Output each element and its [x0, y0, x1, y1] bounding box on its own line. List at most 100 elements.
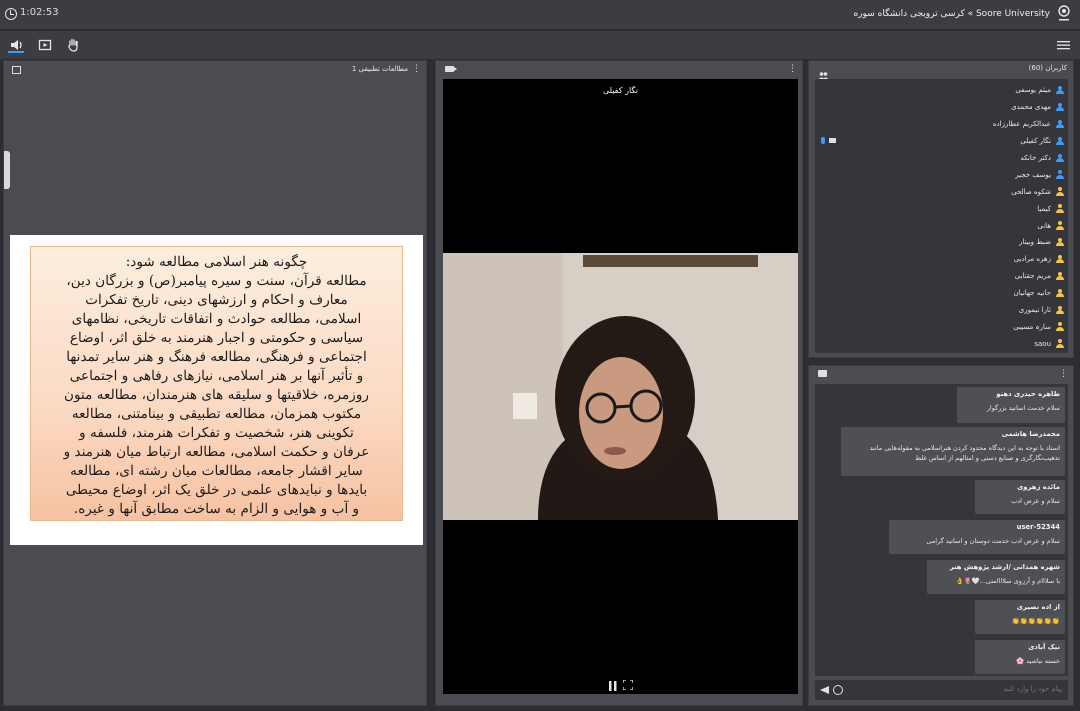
slide-line: چگونه هنر اسلامی مطالعه شود:: [125, 254, 308, 270]
presentation-icon: [38, 39, 52, 51]
slide: چگونه هنر اسلامی مطالعه شود: مطالعه قرآن،…: [10, 235, 423, 545]
slide-line: معارف و احکام و ارزشهای دینی، تاریخ تفکر…: [85, 292, 348, 308]
chat-author: طاهره حیدری دهنو: [996, 390, 1060, 398]
user-list-item[interactable]: یوسف خجیر: [815, 166, 1068, 183]
user-icon: [1055, 153, 1064, 163]
user-icon: [1055, 187, 1064, 196]
user-list-item[interactable]: مریم جقتایی: [815, 268, 1068, 285]
top-bar: 1:02:53 Soore University » کرسی ترویجی د…: [0, 0, 1080, 30]
user-list-item[interactable]: دکتر خانکه: [815, 150, 1068, 167]
user-name: مهدی محمدی: [1011, 103, 1051, 112]
chat-message: شهره همدانی /ارشد پژوهش هنر با سلااام و آ…: [927, 560, 1065, 594]
user-list-item[interactable]: حانیه جهانیان: [815, 285, 1068, 302]
chat-messages: طاهره حیدری دهنو سلام خدمت اساتید بزرگوار…: [815, 384, 1068, 676]
raise-hand-button[interactable]: [64, 36, 82, 54]
user-icon: [1055, 322, 1064, 331]
user-name: هانی: [1037, 221, 1051, 230]
user-list-item[interactable]: سارہ مسیبی: [815, 318, 1068, 335]
user-list-item[interactable]: ضبط وبینار: [815, 234, 1068, 251]
chat-input[interactable]: [862, 685, 1062, 693]
user-list-item[interactable]: مهدی محمدی: [815, 99, 1068, 116]
share-screen-button[interactable]: [36, 36, 54, 54]
user-list-item[interactable]: عبدالکریم عطارزاده: [815, 116, 1068, 133]
slide-line: عرفان و حکمت اسلامی، مطالعه ارتباط میان …: [63, 444, 370, 460]
expand-icon[interactable]: [12, 66, 21, 74]
slide-line: سایر اقشار جامعه، مطالعات میان رشته ای، …: [70, 463, 363, 479]
user-name: شکوه صالحی: [1011, 187, 1051, 196]
user-media-status: [821, 136, 836, 144]
chat-text: خسته نباشید 🌸: [1015, 657, 1060, 665]
active-indicator: [8, 51, 24, 53]
slide-line: و تأثیر آنها بر هنر اسلامی، نیازهای رفاه…: [69, 368, 364, 384]
session-timer: 1:02:53: [20, 7, 59, 18]
fullscreen-button[interactable]: [622, 675, 634, 694]
university-logo-icon: [1056, 4, 1072, 24]
slide-line: بایدها و نبایدهای علمی در خلق یک اثر، او…: [65, 482, 368, 498]
chat-icon: [818, 370, 827, 377]
user-name: میثم یوسفی: [1015, 86, 1051, 95]
chat-input-bar: [815, 680, 1068, 700]
camera-owner-name: نگار کفیلی: [602, 86, 639, 95]
user-icon: [1055, 170, 1064, 179]
chat-text: با سلااام و آرزوی سلاااامتی...🤍🌷👌: [955, 577, 1060, 585]
user-name: ضبط وبینار: [1019, 238, 1051, 247]
users-list: میثم یوسفی مهدی محمدی عبدالکریم عطارزاده نگ…: [815, 79, 1068, 353]
chat-author: مائده زهروی: [1017, 483, 1060, 491]
user-icon: [1055, 288, 1064, 298]
presentation-title: مطالعات تطبیقی 1: [351, 65, 408, 73]
user-list-item[interactable]: هانی: [815, 217, 1068, 234]
user-list-item[interactable]: میثم یوسفی: [815, 82, 1068, 99]
clock-icon: [5, 8, 17, 20]
presentation-options-button[interactable]: ⋮: [412, 64, 421, 74]
camera-icon: [445, 66, 457, 72]
user-name: کیمیا: [1037, 204, 1051, 213]
slide-line: سیاسی و حکومتی و اجبار هنرمند به خلق اثر…: [69, 330, 364, 346]
microphone-icon: [821, 136, 825, 144]
user-name: saou: [1034, 339, 1051, 348]
main-menu-button[interactable]: [1054, 36, 1072, 54]
send-icon[interactable]: [820, 686, 829, 694]
slide-line: تکوینی هنر، شخصیت و تفکرات هنرمند، فلسفه…: [79, 425, 354, 441]
user-name: ثارا تیموری: [1018, 306, 1051, 315]
user-name: یوسف خجیر: [1015, 170, 1051, 179]
user-icon: [1055, 339, 1064, 348]
presentation-panel: مطالعات تطبیقی 1 ⋮ چگونه هنر اسلامی مطال…: [3, 60, 427, 706]
slide-text-box: چگونه هنر اسلامی مطالعه شود: مطالعه قرآن،…: [30, 246, 403, 521]
chat-author: محمدرضا هاشمی: [1001, 430, 1060, 438]
toolbar: [0, 31, 1080, 59]
speaker-icon: [11, 40, 22, 50]
user-name: عبدالکریم عطارزاده: [992, 120, 1051, 129]
chat-text: سلام و عرض ادب خدمت دوستان و اساتید گرام…: [926, 537, 1060, 545]
video-camera-icon: [829, 137, 836, 143]
user-name: سارہ مسیبی: [1013, 322, 1051, 331]
users-panel: کاربران (60) میثم یوسفی مهدی محمدی عبدالکر…: [808, 60, 1074, 358]
slide-line: اسلامی، مطالعه حوادث و اتفاقات تاریخی، ن…: [71, 311, 362, 327]
chat-message: محمدرضا هاشمی استاد با توجه به این دیدگاه…: [841, 427, 1065, 476]
user-name: زهره مرادیی: [1013, 255, 1051, 264]
user-list-item[interactable]: شکوه صالحی: [815, 183, 1068, 200]
chat-author: user-52344: [1016, 523, 1060, 531]
hamburger-icon: [1056, 41, 1070, 50]
video-options-button[interactable]: ⋮: [788, 64, 797, 74]
chat-message: نیک آبادی خسته نباشید 🌸: [975, 640, 1065, 674]
user-list-item[interactable]: ثارا تیموری: [815, 302, 1068, 319]
chat-text: سلام خدمت اساتید بزرگوار: [986, 404, 1060, 412]
users-panel-title: کاربران (60): [1028, 64, 1067, 72]
side-drawer-handle[interactable]: [4, 151, 10, 189]
slide-line: مطالعه قرآن، سنت و سیره پیامبر(ص) و بزرگ…: [66, 273, 367, 289]
emoji-icon[interactable]: [833, 685, 843, 695]
room-title: Soore University » کرسی ترویجی دانشگاه س…: [853, 9, 1051, 19]
user-list-item[interactable]: نگار کفیلی: [815, 133, 1068, 150]
chat-options-button[interactable]: ⋮: [1059, 369, 1068, 379]
pause-button[interactable]: [609, 676, 617, 695]
user-list-item[interactable]: کیمیا: [815, 200, 1068, 217]
user-icon: [1055, 119, 1064, 129]
pause-icon: [609, 681, 617, 691]
slide-line: و آب و هوایی و الزام به ساخت مطابق آنها …: [73, 501, 360, 517]
user-list-item[interactable]: saou: [815, 335, 1068, 352]
user-list-item[interactable]: زهره مرادیی: [815, 251, 1068, 268]
slide-line: اجتماعی و فرهنگی، مطالعه فرهنگ و هنر سای…: [66, 349, 367, 365]
video-panel: ⋮ نگار کفیلی: [435, 60, 803, 706]
chat-author: از اده نصیری: [1016, 603, 1060, 611]
slide-line: روزمره، خلاقیتها و سلیقه های هنرمندان، م…: [64, 387, 369, 403]
